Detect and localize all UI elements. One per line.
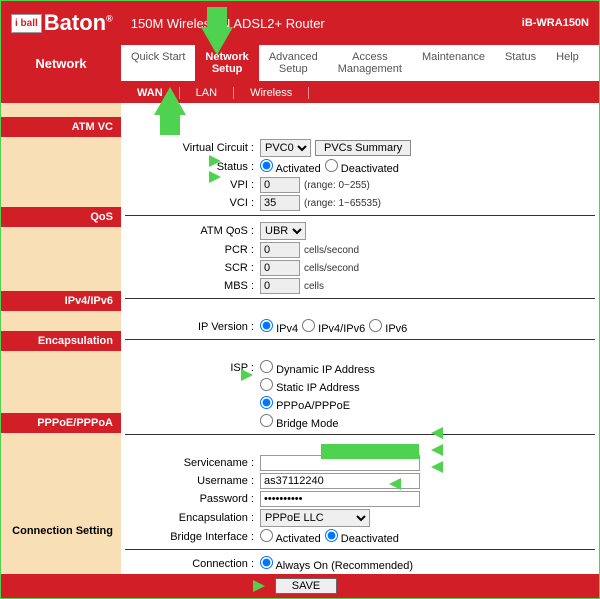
tab-access-management[interactable]: AccessManagement — [328, 45, 412, 81]
radio-static-ip[interactable]: Static IP Address — [260, 378, 360, 394]
radio-pppoa-pppoe[interactable]: PPPoA/PPPoE — [260, 396, 350, 412]
radio-bridge-activated[interactable]: Activated — [260, 529, 321, 545]
label-ipversion: IP Version : — [125, 321, 260, 333]
section-encap: Encapsulation — [1, 331, 121, 351]
radio-ipv4ipv6[interactable]: IPv4/IPv6 — [302, 319, 365, 335]
label-password: Password : — [125, 493, 260, 505]
app-header: i ball Baton® 150M Wireless-N ADSL2+ Rou… — [1, 1, 599, 45]
annotation-big-arrow-up-icon — [154, 87, 186, 115]
section-ipv: IPv4/IPv6 — [1, 291, 121, 311]
input-vci[interactable] — [260, 195, 300, 211]
radio-ipv6[interactable]: IPv6 — [369, 319, 407, 335]
label-username: Username : — [125, 475, 260, 487]
sub-tabs: WAN LAN Wireless — [1, 83, 599, 103]
annotation-arrow-icon — [431, 444, 443, 456]
section-atmvc: ATM VC — [1, 117, 121, 137]
radio-bridge-deactivated[interactable]: Deactivated — [325, 529, 399, 545]
input-mbs[interactable] — [260, 278, 300, 294]
annotation-arrow-icon — [209, 155, 221, 167]
label-atmqos: ATM QoS : — [125, 225, 260, 237]
logo-small: i ball — [11, 14, 42, 33]
pvcs-summary-button[interactable]: PVCs Summary — [315, 140, 411, 156]
input-password[interactable] — [260, 491, 420, 507]
tab-maintenance[interactable]: Maintenance — [412, 45, 495, 81]
label-scr: SCR : — [125, 262, 260, 274]
annotation-arrow-icon — [209, 171, 221, 183]
radio-bridge-mode[interactable]: Bridge Mode — [260, 414, 338, 430]
select-encapsulation[interactable]: PPPoE LLC — [260, 509, 370, 527]
label-bridge-interface: Bridge Interface : — [125, 531, 260, 543]
radio-dynamic-ip[interactable]: Dynamic IP Address — [260, 360, 375, 376]
label-vpi: VPI : — [125, 179, 260, 191]
annotation-arrow-icon — [431, 461, 443, 473]
save-button[interactable]: SAVE — [275, 578, 338, 594]
annotation-big-arrow-down-icon — [201, 27, 233, 55]
annotation-arrow-icon — [389, 478, 401, 490]
label-status: Status : — [125, 161, 260, 173]
label-virtual-circuit: Virtual Circuit : — [125, 142, 260, 154]
section-qos: QoS — [1, 207, 121, 227]
annotation-redaction — [321, 444, 419, 459]
select-virtual-circuit[interactable]: PVC0 — [260, 139, 311, 157]
input-vpi[interactable] — [260, 177, 300, 193]
form-area: Virtual Circuit : PVC0 PVCs Summary Stat… — [121, 103, 599, 574]
select-atmqos[interactable]: UBR — [260, 222, 306, 240]
annotation-arrow-icon — [431, 427, 443, 439]
model-label: iB-WRA150N — [522, 17, 589, 29]
label-encapsulation: Encapsulation : — [125, 512, 260, 524]
tab-status[interactable]: Status — [495, 45, 546, 81]
tab-advanced-setup[interactable]: AdvancedSetup — [259, 45, 328, 81]
label-mbs: MBS : — [125, 280, 260, 292]
label-pcr: PCR : — [125, 244, 260, 256]
subtab-lan[interactable]: LAN — [180, 87, 234, 99]
tab-quick-start[interactable]: Quick Start — [121, 45, 195, 81]
label-connection: Connection : — [125, 558, 260, 570]
label-servicename: Servicename : — [125, 457, 260, 469]
section-sidebar: ATM VC QoS IPv4/IPv6 Encapsulation PPPoE… — [1, 103, 121, 574]
input-scr[interactable] — [260, 260, 300, 276]
product-title: 150M Wireless-N ADSL2+ Router — [131, 16, 522, 31]
network-heading: Network — [1, 45, 121, 81]
input-pcr[interactable] — [260, 242, 300, 258]
radio-status-activated[interactable]: Activated — [260, 159, 321, 175]
annotation-arrow-icon — [253, 580, 265, 592]
radio-status-deactivated[interactable]: Deactivated — [325, 159, 399, 175]
footer-bar: SAVE — [1, 574, 599, 598]
section-pppoe: PPPoE/PPPoA — [1, 413, 121, 433]
annotation-arrow-icon — [241, 369, 253, 381]
radio-always-on[interactable]: Always On (Recommended) — [260, 556, 413, 572]
section-conn: Connection Setting — [1, 521, 121, 541]
logo-main: Baton® — [44, 10, 113, 36]
label-isp: ISP : — [125, 362, 260, 374]
label-vci: VCI : — [125, 197, 260, 209]
subtab-wireless[interactable]: Wireless — [234, 87, 309, 99]
radio-ipv4[interactable]: IPv4 — [260, 319, 298, 335]
main-tabs: Network Quick Start NetworkSetup Advance… — [1, 45, 599, 83]
tab-help[interactable]: Help — [546, 45, 589, 81]
